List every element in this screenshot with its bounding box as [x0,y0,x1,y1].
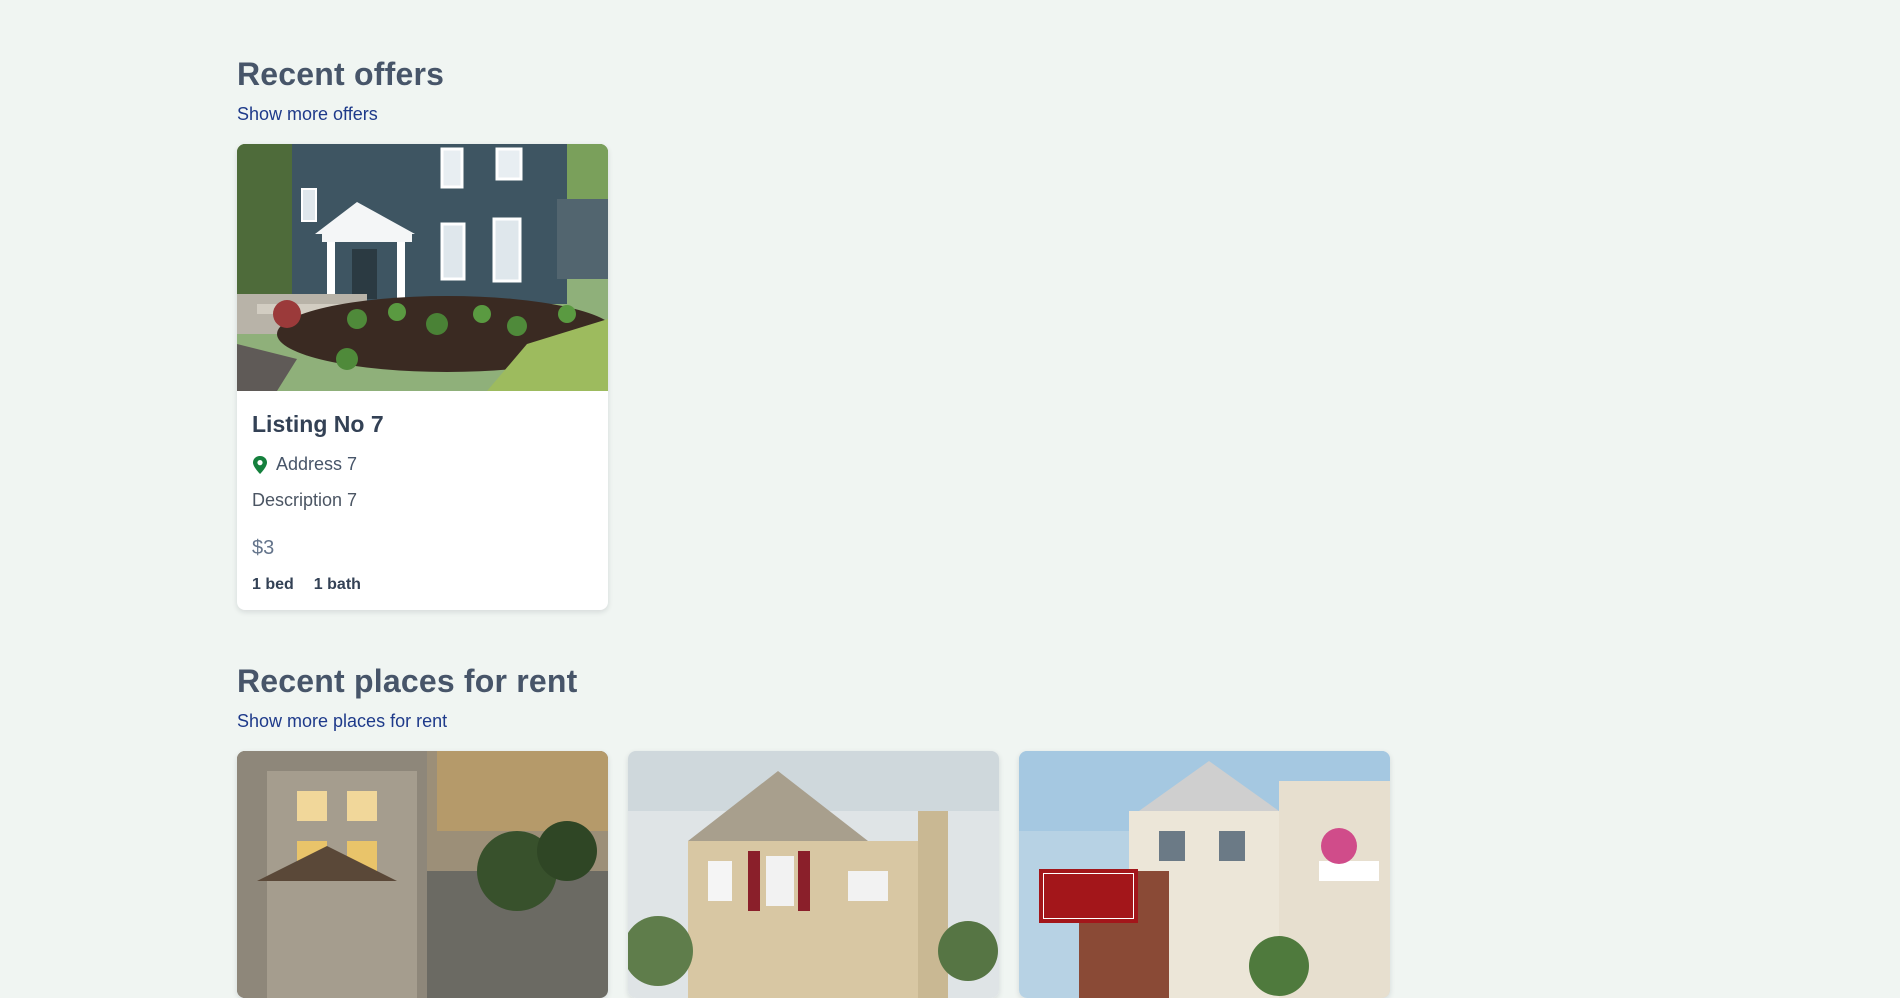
listing-address-text: Address 7 [276,454,358,474]
listing-image [237,144,608,391]
listing-beds: 1 bed [252,576,294,593]
listing-baths: 1 bath [313,576,361,593]
listing-price: $3 [252,537,275,559]
rent-card-list [237,751,1390,998]
offers-section-title: Recent offers [237,56,445,92]
listing-card[interactable] [628,751,999,998]
listing-address: Address 7 [252,454,593,475]
listing-image [628,751,999,998]
listing-title: Listing No 7 [252,411,384,437]
listing-image [237,751,608,998]
listing-card[interactable]: Listing No 7 Address 7 Description 7 $3 … [237,144,608,610]
rent-section: Recent places for rent Show more places … [237,665,1390,998]
listing-card[interactable] [237,751,608,998]
listing-image [1019,751,1390,998]
offers-section: Recent offers Show more offers Listing N… [237,58,608,610]
offers-card-list: Listing No 7 Address 7 Description 7 $3 … [237,144,608,610]
show-more-rent-link[interactable]: Show more places for rent [237,711,447,732]
listing-description: Description 7 [252,490,358,510]
map-pin-icon [253,455,267,474]
show-more-offers-link[interactable]: Show more offers [237,104,378,125]
rent-section-title: Recent places for rent [237,663,578,699]
listing-card[interactable] [1019,751,1390,998]
listing-card-body: Listing No 7 Address 7 Description 7 $3 … [237,391,608,610]
listing-facts: 1 bed 1 bath [252,576,593,594]
